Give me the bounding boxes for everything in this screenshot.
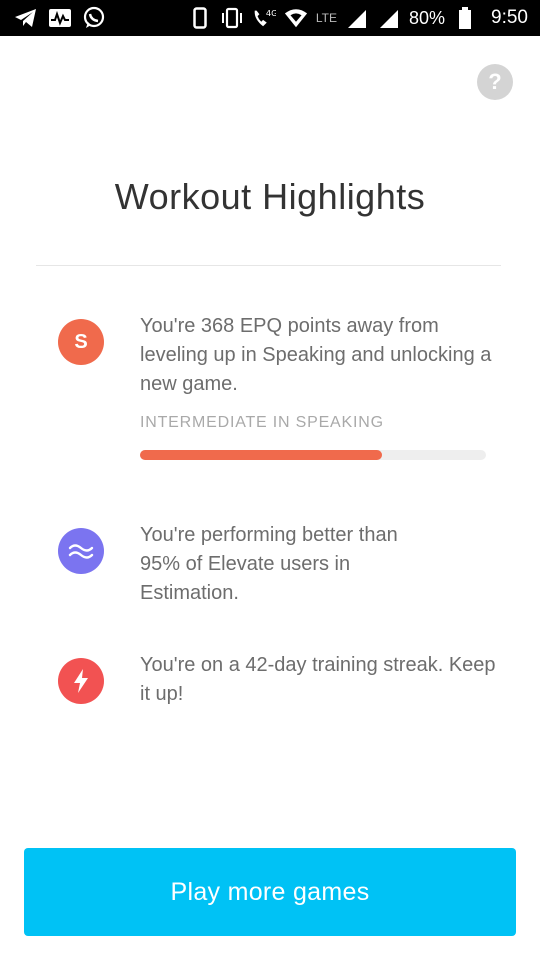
activity-icon [48, 6, 72, 30]
battery-percent: 80% [408, 7, 446, 28]
title-divider [36, 265, 501, 266]
whatsapp-icon [82, 6, 106, 30]
clock: 9:50 [491, 7, 528, 28]
network-type-label: 4G [266, 8, 276, 18]
speaking-badge-icon: S [58, 319, 104, 365]
wave-icon [58, 528, 104, 574]
status-bar: 4G LTE 80% 9:50 [0, 0, 540, 36]
estimation-highlight-text: You're performing better than 95% of Ele… [140, 524, 398, 604]
play-more-games-button[interactable]: Play more games [24, 848, 516, 936]
speaking-badge-letter: S [74, 330, 88, 353]
speaking-highlight-text: You're 368 EPQ points away from leveling… [140, 315, 492, 395]
wifi-icon [284, 6, 308, 30]
lte-label: LTE [315, 11, 337, 25]
speaking-progress-fill [140, 450, 383, 460]
phone-device-icon [188, 6, 212, 30]
streak-highlight-text: You're on a 42-day training streak. Keep… [140, 654, 496, 705]
telegram-icon [14, 6, 38, 30]
play-more-games-label: Play more games [170, 877, 370, 906]
vibrate-icon [220, 6, 244, 30]
lightning-icon [58, 658, 104, 704]
status-bar-notifications [14, 6, 106, 30]
battery-icon [453, 6, 477, 30]
status-bar-system: 4G LTE 80% 9:50 [188, 6, 528, 30]
call-icon: 4G [252, 6, 276, 30]
help-button[interactable]: ? [477, 64, 513, 100]
signal-icon [345, 6, 369, 30]
question-icon: ? [488, 69, 502, 94]
speaking-level-label: INTERMEDIATE IN SPEAKING [140, 414, 384, 431]
signal-icon-2 [377, 6, 401, 30]
page-title: Workout Highlights [114, 176, 426, 217]
speaking-progress-bar [140, 450, 486, 460]
